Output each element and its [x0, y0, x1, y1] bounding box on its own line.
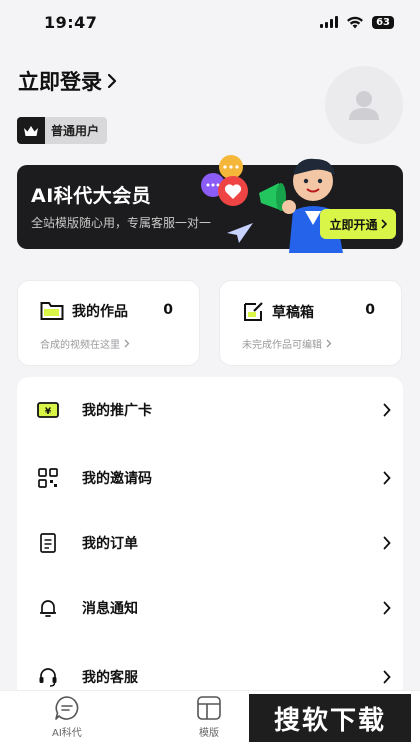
- svg-text:¥: ¥: [45, 407, 52, 417]
- vip-title: AI科代大会员: [31, 185, 152, 207]
- login-label: 立即登录: [18, 70, 102, 94]
- login-link[interactable]: 立即登录: [18, 66, 118, 96]
- status-time: 19:47: [44, 12, 98, 32]
- signal-icon: [320, 16, 339, 28]
- wifi-icon: [347, 16, 364, 28]
- chevron-right-icon: [383, 601, 391, 615]
- vip-subtitle: 全站模版随心用，专属客服一对一: [31, 216, 212, 230]
- ai-chat-icon: [55, 696, 79, 720]
- folder-icon: [40, 302, 64, 320]
- status-bar: 19:47 63: [0, 0, 420, 44]
- crown-icon: [17, 117, 45, 144]
- my-works-count: 0: [163, 302, 173, 318]
- battery-indicator: 63: [372, 15, 394, 29]
- menu-item-label: 消息通知: [82, 601, 138, 617]
- chevron-right-icon: [124, 339, 130, 348]
- menu-item-label: 我的客服: [82, 670, 138, 686]
- chevron-right-icon: [107, 73, 117, 89]
- drafts-card[interactable]: 草稿箱 0 未完成作品可编辑: [219, 280, 402, 366]
- template-icon: [197, 696, 221, 720]
- chevron-right-icon: [326, 339, 332, 348]
- order-icon: [37, 532, 59, 554]
- drafts-subtitle: 未完成作品可编辑: [242, 340, 322, 351]
- qr-code-icon: [37, 467, 59, 489]
- status-icons: 63: [320, 15, 394, 29]
- drafts-title: 草稿箱: [272, 305, 314, 321]
- drafts-count: 0: [365, 302, 375, 318]
- headset-icon: [37, 666, 59, 688]
- watermark-logo: 搜软下载: [249, 694, 411, 742]
- avatar[interactable]: [325, 66, 403, 144]
- drafts-header: 草稿箱: [242, 301, 314, 323]
- user-icon: [349, 91, 379, 120]
- menu-item-label: 我的邀请码: [82, 471, 152, 487]
- chevron-right-icon: [383, 670, 391, 684]
- tab-ai-kedai[interactable]: AI科代: [52, 695, 82, 739]
- user-level-badge: 普通用户: [17, 117, 108, 144]
- chevron-right-icon: [383, 471, 391, 485]
- chevron-right-icon: [380, 219, 387, 229]
- chevron-right-icon: [383, 403, 391, 417]
- menu-item-notifications[interactable]: 消息通知: [17, 585, 403, 631]
- user-level-label: 普通用户: [45, 117, 108, 144]
- chevron-right-icon: [383, 536, 391, 550]
- tab-label: AI科代: [52, 728, 82, 739]
- menu-item-label: 我的订单: [82, 536, 138, 552]
- bell-icon: [37, 597, 59, 619]
- my-works-title: 我的作品: [72, 304, 128, 320]
- my-works-subtitle-row: 合成的视频在这里: [40, 336, 130, 351]
- my-works-card[interactable]: 我的作品 0 合成的视频在这里: [17, 280, 200, 366]
- vip-subscribe-label: 立即开通: [329, 217, 378, 232]
- menu-item-promo-card[interactable]: ¥ 我的推广卡: [17, 387, 403, 433]
- menu-item-orders[interactable]: 我的订单: [17, 520, 403, 566]
- menu-item-invite-code[interactable]: 我的邀请码: [17, 455, 403, 501]
- menu-item-label: 我的推广卡: [82, 403, 152, 419]
- tab-label: 模版: [199, 728, 219, 739]
- drafts-subtitle-row: 未完成作品可编辑: [242, 336, 332, 351]
- tab-templates[interactable]: 模版: [196, 695, 222, 739]
- promo-card-icon: ¥: [37, 399, 59, 421]
- my-works-header: 我的作品: [40, 301, 128, 321]
- draft-edit-icon: [244, 302, 263, 321]
- vip-subscribe-button[interactable]: 立即开通: [320, 209, 396, 239]
- vip-banner[interactable]: AI科代大会员 全站模版随心用，专属客服一对一 立即开通: [17, 155, 403, 253]
- my-works-subtitle: 合成的视频在这里: [40, 340, 120, 351]
- menu-list: ¥ 我的推广卡 我的邀请码 我的订单 消息通知 我的客服: [17, 377, 403, 707]
